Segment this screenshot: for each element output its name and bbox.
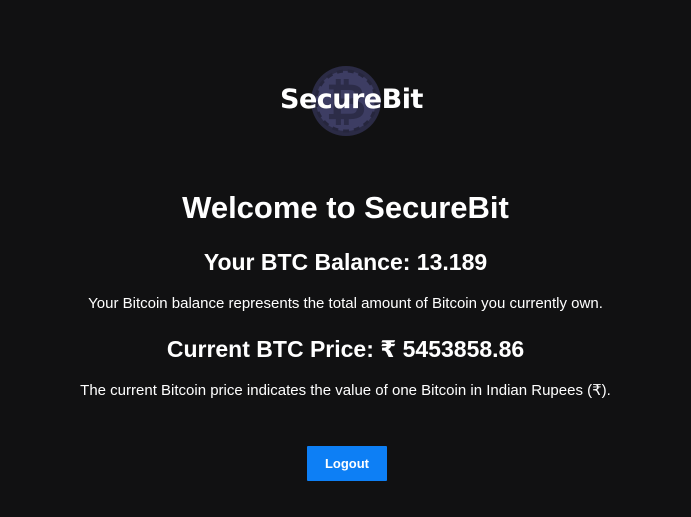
btc-balance-heading: Your BTC Balance: 13.189 xyxy=(203,249,488,275)
logo-text: SecureBit xyxy=(280,84,423,115)
btc-price-heading: Current BTC Price: ₹ 5453858.86 xyxy=(166,336,525,362)
logout-button[interactable]: Logout xyxy=(307,446,387,481)
page-title: Welcome to SecureBit xyxy=(182,190,509,225)
price-description: The current Bitcoin price indicates the … xyxy=(80,382,611,399)
balance-description: Your Bitcoin balance represents the tota… xyxy=(88,295,603,312)
securebit-logo: ₿ SecureBit xyxy=(280,62,423,142)
